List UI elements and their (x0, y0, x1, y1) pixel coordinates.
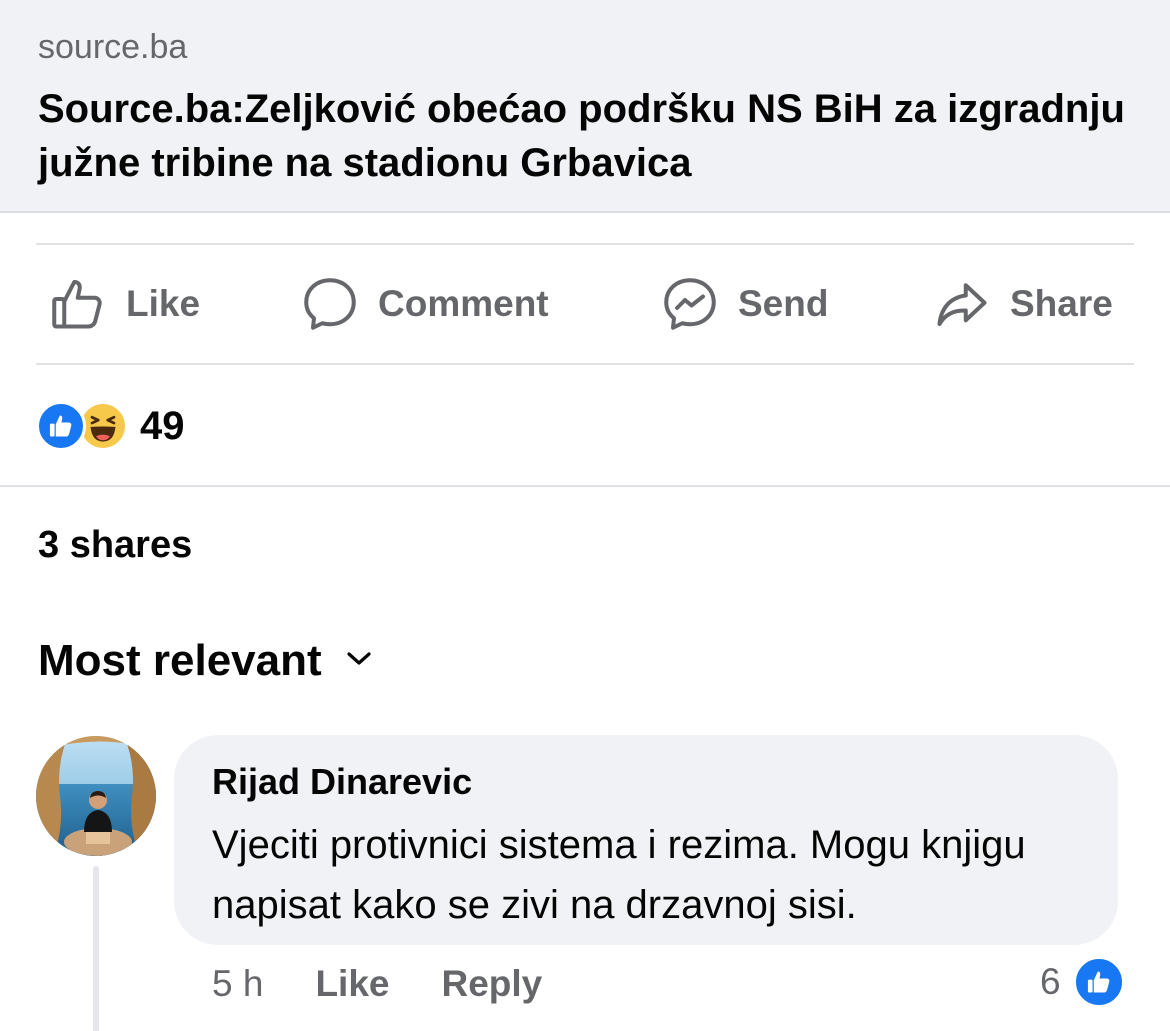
chevron-down-icon (322, 651, 372, 672)
link-title[interactable]: Source.ba:Zeljković obećao podršku NS Bi… (38, 82, 1128, 190)
comment-text: Vjeciti protivnici sistema i rezima. Mog… (212, 823, 1026, 927)
speech-bubble-icon (300, 274, 360, 334)
thread-line (93, 866, 99, 1031)
comment-like-button[interactable]: Like (315, 963, 389, 1005)
post-action-bar: Like Comment Send Share (36, 246, 1134, 362)
comment-reaction-count: 6 (1040, 961, 1061, 1002)
like-button[interactable]: Like (48, 246, 200, 362)
comment-meta: 5 h Like Reply (212, 958, 542, 1010)
comment-button[interactable]: Comment (300, 246, 549, 362)
messenger-icon (660, 274, 720, 334)
sort-label: Most relevant (38, 636, 322, 685)
comment-reply-button[interactable]: Reply (441, 963, 542, 1005)
avatar[interactable] (36, 736, 156, 856)
comment-bubble[interactable]: Rijad Dinarevic Vjeciti protivnici siste… (174, 735, 1118, 945)
reaction-count: 49 (140, 403, 185, 448)
like-reaction-icon (36, 401, 86, 451)
section-divider (0, 485, 1170, 487)
comment-sort-dropdown[interactable]: Most relevant (38, 636, 372, 686)
send-button[interactable]: Send (660, 246, 828, 362)
shares-count[interactable]: 3 shares (38, 524, 192, 567)
share-arrow-icon (932, 274, 992, 334)
comment-label: Comment (378, 283, 549, 324)
like-reaction-icon (1072, 956, 1125, 1008)
comment-reactions[interactable]: 6 (1040, 954, 1125, 1010)
comment-author[interactable]: Rijad Dinarevic (212, 761, 472, 803)
thumbs-up-icon (48, 274, 108, 334)
action-bar-top-divider (36, 243, 1134, 245)
send-label: Send (738, 283, 829, 324)
comment-timestamp[interactable]: 5 h (212, 963, 263, 1005)
reactions-summary[interactable]: 49 (36, 398, 185, 454)
like-label: Like (126, 283, 201, 324)
link-domain: source.ba (38, 28, 188, 66)
link-preview[interactable]: source.ba Source.ba:Zeljković obećao pod… (0, 0, 1170, 213)
share-button[interactable]: Share (932, 246, 1113, 362)
share-label: Share (1010, 283, 1113, 324)
action-bar-bottom-divider (36, 363, 1134, 365)
